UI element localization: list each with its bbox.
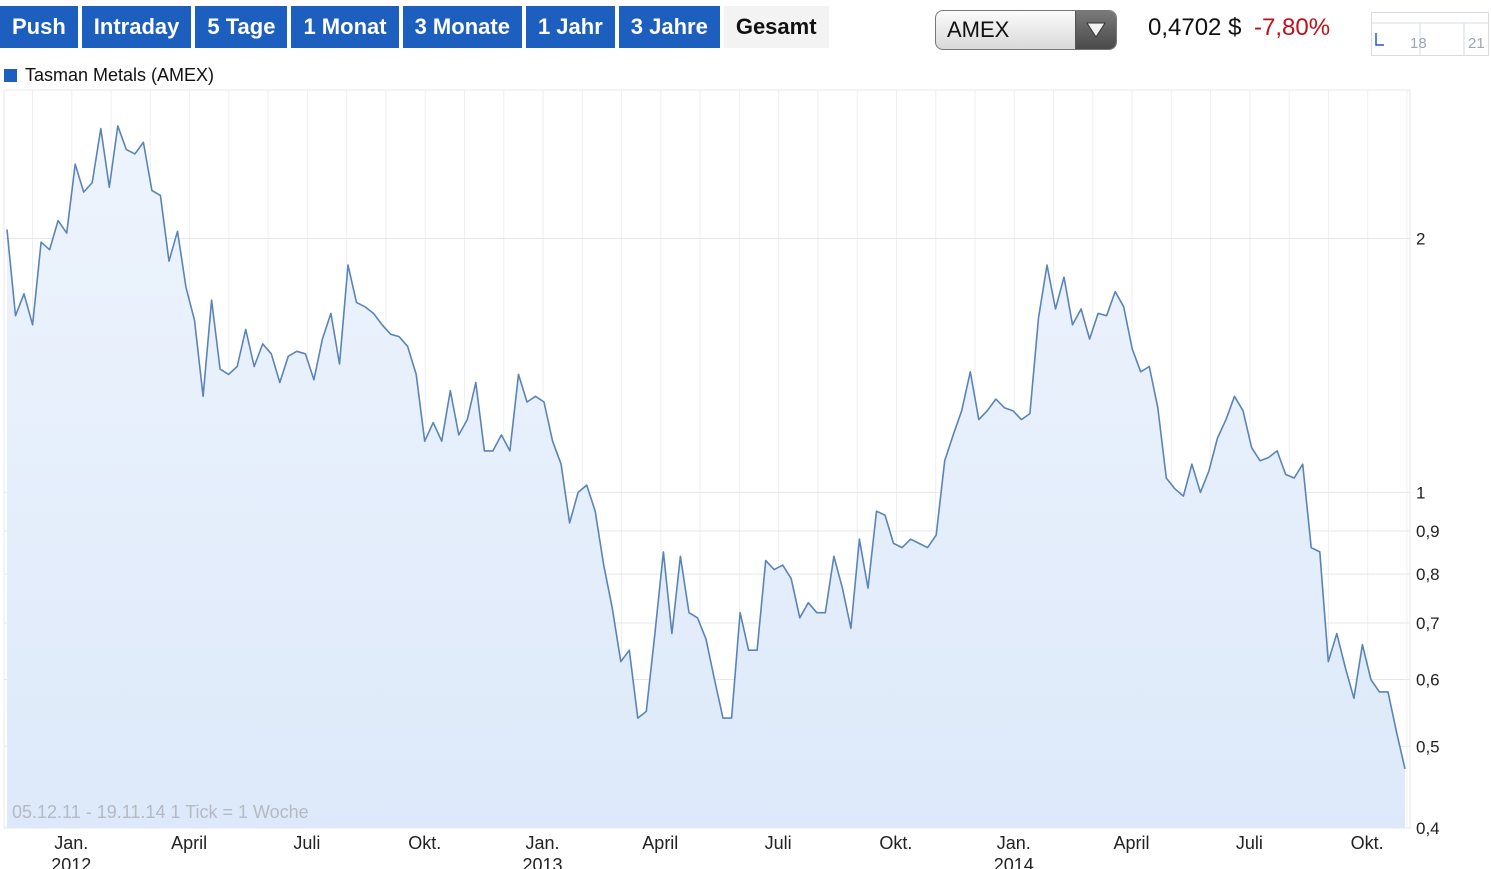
y-tick-label: 0,9: [1416, 522, 1440, 541]
x-tick-label: April: [171, 833, 207, 853]
y-tick-label: 0,6: [1416, 670, 1440, 689]
y-tick-label: 0,5: [1416, 737, 1440, 756]
x-tick-label: Jan.: [997, 833, 1031, 853]
x-year-label: 2014: [994, 855, 1034, 869]
legend-label: Tasman Metals (AMEX): [25, 64, 215, 85]
y-tick-label: 0,7: [1416, 614, 1440, 633]
tab-1-jahr[interactable]: 1 Jahr: [525, 6, 615, 48]
chart-annotation: 05.12.11 - 19.11.14 1 Tick = 1 Woche: [12, 802, 309, 822]
x-tick-label: Jan.: [54, 833, 88, 853]
x-tick-label: April: [642, 833, 678, 853]
chart-legend: Tasman Metals (AMEX): [4, 64, 214, 86]
chevron-down-icon: [1086, 22, 1106, 38]
y-tick-label: 1: [1416, 483, 1425, 502]
x-tick-label: Juli: [765, 833, 792, 853]
legend-swatch: [4, 68, 17, 82]
tab-3-monate[interactable]: 3 Monate: [402, 6, 522, 48]
period-tabs: Push Intraday 5 Tage 1 Monat 3 Monate 1 …: [0, 6, 833, 48]
x-tick-label: Juli: [1236, 833, 1263, 853]
tab-push[interactable]: Push: [0, 6, 78, 48]
tab-1-monat[interactable]: 1 Monat: [291, 6, 399, 48]
mini-chart[interactable]: 18 21: [1371, 12, 1489, 56]
price-chart[interactable]: 2 1 0,9 0,8 0,7 0,6 0,5 0,4 Jan. April Juli Okt. Jan…: [0, 88, 1491, 869]
x-tick-label: April: [1114, 833, 1150, 853]
y-tick-label: 2: [1416, 230, 1425, 249]
mini-chart-label: 18: [1410, 35, 1427, 52]
quote-price: 0,4702 $: [1148, 14, 1242, 41]
tab-gesamt[interactable]: Gesamt: [723, 6, 829, 48]
mini-chart-label: 21: [1468, 35, 1485, 52]
quote-change: -7,80%: [1254, 14, 1331, 41]
exchange-select-value: AMEX: [947, 17, 1010, 42]
x-tick-label: Okt.: [408, 833, 441, 853]
exchange-select-button[interactable]: [1075, 11, 1116, 49]
exchange-select[interactable]: AMEX: [935, 10, 1117, 50]
x-tick-label: Jan.: [525, 833, 559, 853]
y-tick-label: 0,4: [1416, 819, 1440, 838]
x-tick-label: Okt.: [879, 833, 912, 853]
tab-3-jahre[interactable]: 3 Jahre: [618, 6, 720, 48]
x-year-label: 2013: [522, 855, 562, 869]
x-tick-label: Okt.: [1351, 833, 1384, 853]
tab-5-tage[interactable]: 5 Tage: [195, 6, 288, 48]
x-year-label: 2012: [51, 855, 91, 869]
x-tick-label: Juli: [293, 833, 320, 853]
y-tick-label: 0,8: [1416, 565, 1440, 584]
tab-intraday[interactable]: Intraday: [81, 6, 192, 48]
